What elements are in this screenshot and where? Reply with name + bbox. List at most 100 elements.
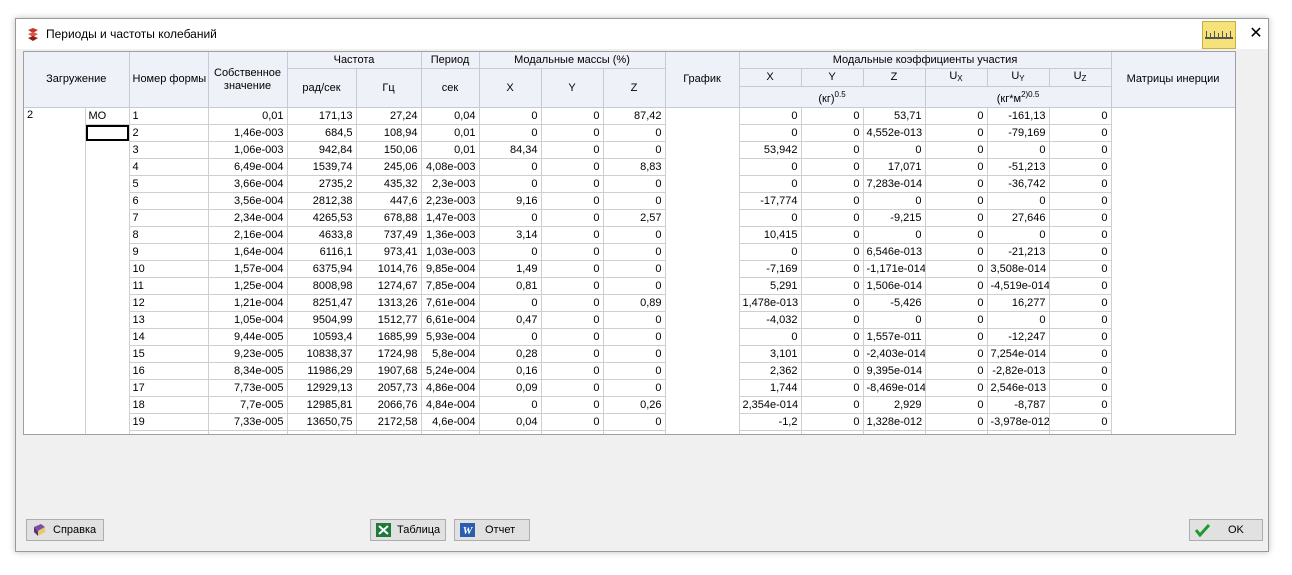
cell-p-ux[interactable]: 0	[925, 243, 988, 261]
cell-eigenvalue[interactable]: 8,34e-005	[208, 362, 288, 380]
cell-p-z[interactable]: 0	[863, 141, 926, 159]
cell-freq-rad[interactable]: 171,13	[287, 107, 357, 125]
header-freq-rad[interactable]: рад/сек	[287, 68, 357, 108]
cell-mass-z[interactable]: 0,89	[603, 294, 666, 312]
cell-p-uy[interactable]: 0	[987, 311, 1050, 329]
table-row[interactable]: 15 9,23e-005 10838,37 1724,98 5,8e-004 0,28 0 0…	[24, 345, 1235, 363]
cell-p-ux[interactable]: 0	[925, 158, 988, 176]
cell-freq-rad[interactable]: 2735,2	[287, 175, 357, 193]
cell-mass-x[interactable]: 0	[479, 209, 542, 227]
cell-period[interactable]: 4,08e-003	[421, 158, 480, 176]
cell-p-y[interactable]: 0	[801, 260, 864, 278]
cell-p-ux[interactable]: 0	[925, 430, 988, 434]
cell-eigenvalue[interactable]: 1,64e-004	[208, 243, 288, 261]
cell-mode-number[interactable]: 14	[129, 328, 209, 346]
cell-p-z[interactable]: 17,071	[863, 158, 926, 176]
cell-eigenvalue[interactable]: 2,16e-004	[208, 226, 288, 244]
cell-mass-z[interactable]: 0	[603, 328, 666, 346]
cell-mass-x[interactable]: 0,47	[479, 311, 542, 329]
cell-p-uz[interactable]: 0	[1049, 209, 1112, 227]
table-row[interactable]: 2 МО 1 0,01 171,13 27,24 0,04 0 0 87,42 0 0 53,71 0 -1…	[24, 107, 1235, 434]
cell-p-y[interactable]: 0	[801, 175, 864, 193]
cell-p-ux[interactable]: 0	[925, 413, 988, 431]
cell-p-y[interactable]: 0	[801, 430, 864, 434]
cell-p-uz[interactable]: 0	[1049, 294, 1112, 312]
cell-freq-rad[interactable]: 11986,29	[287, 362, 357, 380]
cell-mass-x[interactable]: 1,49	[479, 260, 542, 278]
cell-p-z[interactable]: -8,469e-014	[863, 379, 926, 397]
cell-p-uz[interactable]: 0	[1049, 430, 1112, 434]
cell-p-x[interactable]: 0	[739, 243, 802, 261]
cell-p-x[interactable]: 0	[739, 107, 802, 125]
cell-mass-z[interactable]: 0	[603, 413, 666, 431]
cell-p-uy[interactable]: 7,254e-014	[987, 345, 1050, 363]
cell-period[interactable]: 4,6e-004	[421, 413, 480, 431]
cell-p-uy[interactable]: 2,546e-013	[987, 379, 1050, 397]
cell-p-uy[interactable]: -2,696e-013	[987, 430, 1050, 434]
cell-freq-hz[interactable]: 150,06	[356, 141, 422, 159]
cell-p-y[interactable]: 0	[801, 243, 864, 261]
loading-number[interactable]: 2	[24, 107, 86, 434]
cell-mass-z[interactable]: 0	[603, 175, 666, 193]
cell-p-x[interactable]: 2,354e-014	[739, 396, 802, 414]
cell-p-ux[interactable]: 0	[925, 294, 988, 312]
close-button[interactable]: ✕	[1246, 21, 1266, 47]
cell-p-x[interactable]: 3,101	[739, 345, 802, 363]
ok-button[interactable]: OK	[1189, 519, 1263, 541]
cell-mode-number[interactable]: 11	[129, 277, 209, 295]
cell-period[interactable]: 2,23e-003	[421, 192, 480, 210]
cell-mode-number[interactable]: 13	[129, 311, 209, 329]
header-freq-hz[interactable]: Гц	[356, 68, 422, 108]
cell-mass-y[interactable]: 0	[541, 328, 604, 346]
cell-p-uz[interactable]: 0	[1049, 277, 1112, 295]
cell-mass-x[interactable]: 0	[479, 107, 542, 125]
cell-p-x[interactable]: 0	[739, 328, 802, 346]
cell-freq-hz[interactable]: 2066,76	[356, 396, 422, 414]
table-row[interactable]: 17 7,73e-005 12929,13 2057,73 4,86e-004 0,09 0…	[24, 379, 1235, 397]
header-loading[interactable]: Загружение	[24, 52, 130, 108]
cell-mass-y[interactable]: 0	[541, 192, 604, 210]
cell-mass-x[interactable]: 0,16	[479, 362, 542, 380]
header-p-x[interactable]: X	[739, 68, 802, 87]
cell-period[interactable]: 7,61e-004	[421, 294, 480, 312]
cell-p-y[interactable]: 0	[801, 192, 864, 210]
cell-mode-number[interactable]: 2	[129, 124, 209, 142]
cell-p-ux[interactable]: 0	[925, 226, 988, 244]
header-p-uy[interactable]: UY	[987, 68, 1050, 87]
cell-mass-z[interactable]: 8,83	[603, 158, 666, 176]
cell-p-uy[interactable]: 16,277	[987, 294, 1050, 312]
cell-mass-x[interactable]: 9,16	[479, 192, 542, 210]
table-row[interactable]: 207,07e-00514138,82250,264,44e-0040,0100…	[24, 430, 1235, 434]
cell-p-x[interactable]: 0	[739, 158, 802, 176]
cell-p-z[interactable]: 1,557e-011	[863, 328, 926, 346]
cell-period[interactable]: 1,47e-003	[421, 209, 480, 227]
cell-freq-rad[interactable]: 942,84	[287, 141, 357, 159]
cell-p-uz[interactable]: 0	[1049, 260, 1112, 278]
cell-eigenvalue[interactable]: 3,56e-004	[208, 192, 288, 210]
cell-p-ux[interactable]: 0	[925, 124, 988, 142]
cell-mode-number[interactable]: 7	[129, 209, 209, 227]
cell-p-ux[interactable]: 0	[925, 345, 988, 363]
cell-mass-y[interactable]: 0	[541, 294, 604, 312]
cell-period[interactable]: 9,85e-004	[421, 260, 480, 278]
cell-p-z[interactable]: 1,506e-014	[863, 277, 926, 295]
cell-mode-number[interactable]: 4	[129, 158, 209, 176]
cell-freq-hz[interactable]: 27,24	[356, 107, 422, 125]
cell-freq-rad[interactable]: 4633,8	[287, 226, 357, 244]
cell-mass-y[interactable]: 0	[541, 430, 604, 434]
loading-name-cell[interactable]	[85, 124, 130, 434]
cell-mass-z[interactable]: 0,26	[603, 396, 666, 414]
cell-mass-z[interactable]: 0	[603, 362, 666, 380]
cell-freq-hz[interactable]: 447,6	[356, 192, 422, 210]
cell-p-ux[interactable]: 0	[925, 396, 988, 414]
cell-mass-y[interactable]: 0	[541, 107, 604, 125]
cell-p-x[interactable]: 5,291	[739, 277, 802, 295]
cell-eigenvalue[interactable]: 1,46e-003	[208, 124, 288, 142]
cell-mass-y[interactable]: 0	[541, 413, 604, 431]
cell-freq-rad[interactable]: 2812,38	[287, 192, 357, 210]
cell-p-ux[interactable]: 0	[925, 260, 988, 278]
cell-mode-number[interactable]: 9	[129, 243, 209, 261]
cell-p-x[interactable]: 0	[739, 124, 802, 142]
cell-freq-hz[interactable]: 973,41	[356, 243, 422, 261]
cell-freq-hz[interactable]: 1313,26	[356, 294, 422, 312]
